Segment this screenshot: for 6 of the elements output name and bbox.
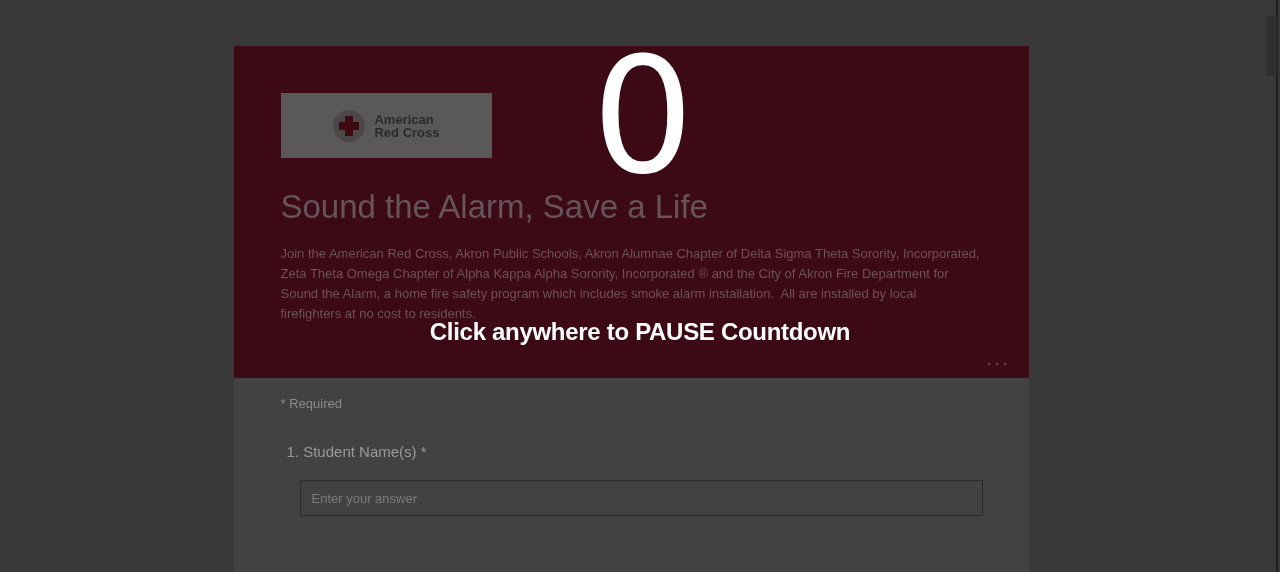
answer-field[interactable]: Enter your answer xyxy=(299,480,983,516)
form-title: Sound the Alarm, Save a Life xyxy=(280,188,709,226)
required-note: * Required xyxy=(280,396,343,411)
cross-icon xyxy=(332,108,367,143)
question-label: 1. Student Name(s) * xyxy=(286,443,428,460)
countdown-number: 0 xyxy=(592,52,694,182)
